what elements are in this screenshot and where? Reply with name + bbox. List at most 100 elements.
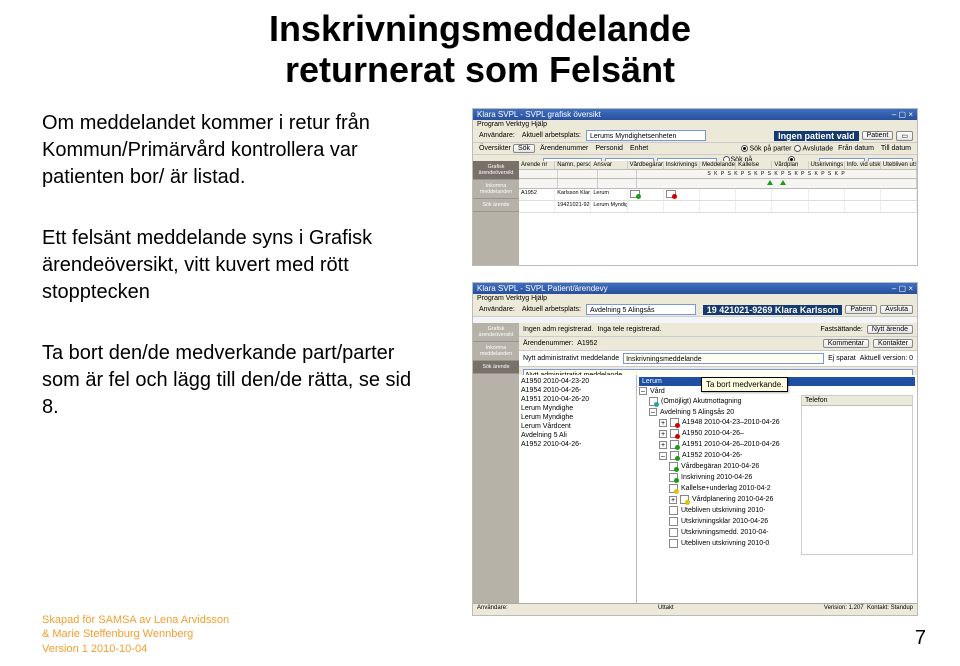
list-item[interactable]: A1952 2010-04-26- [521, 440, 634, 449]
arbetsplats-field[interactable]: Lerums Myndighetsenheten [586, 130, 706, 141]
paragraph-1: Om meddelandet kommer i retur från Kommu… [42, 110, 422, 191]
envelope-stop-icon [670, 429, 679, 438]
body-text-column: Om meddelandet kommer i retur från Kommu… [42, 110, 422, 455]
footer-line-1: Skapad för SAMSA av Lena Arvidsson [42, 613, 229, 627]
expand-icon[interactable]: + [669, 496, 677, 504]
arrow-up-icon [767, 180, 773, 185]
detail-table: Telefon [801, 395, 913, 555]
statusbar: Användare: Uttakt Verision: 1.207 Kontak… [473, 603, 917, 615]
tooltip-ta-bort: Ta bort medverkande. [701, 377, 788, 392]
title-line-1: Inskrivningsmeddelande [0, 8, 960, 49]
tree-row[interactable]: +A1948 2010-04-23–2010-04-26 [639, 417, 794, 428]
arbetsplats-field[interactable]: Avdelning 5 Alingsås [586, 304, 696, 315]
tree-row[interactable]: +Vårdplanering 2010-04-26 [639, 494, 794, 505]
list-item[interactable]: Lerum Vårdcent [521, 422, 634, 431]
left-list: A1950 2010-04-23-20 A1954 2010-04-26- A1… [519, 375, 637, 603]
status-kontakt: Kontakt: Standup [867, 605, 913, 611]
page-title-block: Inskrivningsmeddelande returnerat som Fe… [0, 0, 960, 91]
expand-icon[interactable]: – [659, 452, 667, 460]
tree-row[interactable]: Vårdbegäran 2010-04-26 [639, 461, 794, 472]
kommentar-button[interactable]: Kommentar [823, 339, 869, 348]
envelope-ok-icon [630, 190, 640, 198]
expand-icon[interactable]: + [659, 441, 667, 449]
sok-button[interactable]: Sök [513, 144, 535, 153]
tree-row[interactable]: Inskrivning 2010-04-26 [639, 472, 794, 483]
anvandare-label: Användare: [477, 132, 517, 139]
content-area: Ingen adm registrerad. Inga tele registr… [519, 323, 917, 603]
paragraph-2: Ett felsänt meddelande syns i Grafisk är… [42, 225, 422, 306]
fastsatt-label: Fastsättande: [820, 326, 862, 333]
till-datum-label: Till datum [879, 145, 913, 152]
footer-line-3: Version 1 2010-10-04 [42, 642, 229, 656]
expand-icon[interactable]: + [659, 419, 667, 427]
expand-icon[interactable]: – [649, 408, 657, 416]
message-type-field[interactable]: Inskrivningsmeddelande [623, 353, 824, 364]
patient-button[interactable]: Patient [845, 305, 877, 314]
grid-letter-row: S K P S K P S K P S K P S K P S K P S K … [519, 170, 917, 179]
patient-button[interactable]: Patient [862, 131, 894, 140]
info-row-2: Ärendenummer: A1952 Kommentar Kontakter [519, 337, 917, 351]
doc-icon [680, 495, 689, 504]
window-titlebar: Klara SVPL - SVPL grafisk översikt – ▢ × [473, 109, 917, 120]
arendenummer-label: Ärendenummer [538, 145, 590, 152]
msg-prefix: Nytt administrativt meddelande [523, 355, 619, 362]
list-item[interactable]: A1950 2010-04-23-20 [521, 377, 634, 386]
list-item[interactable]: Lerum Myndighe [521, 404, 634, 413]
sidebar: Grafisk ärendeöversikt Inkomna meddeland… [473, 161, 519, 265]
sidebar-item-inkomna[interactable]: Inkomna meddelanden [473, 342, 519, 361]
grid-icon-row [519, 179, 917, 189]
tree-row[interactable]: Utebliven utskrivning 2010-0 [639, 538, 794, 549]
window-menu: Program Verktyg Hjälp [473, 120, 917, 129]
tree-row[interactable]: (Omöjligt) Akutmottagning [639, 396, 794, 407]
tree-row[interactable]: Utskrivningsmedd. 2010-04- [639, 527, 794, 538]
kontakter-button[interactable]: Kontakter [873, 339, 913, 348]
list-item[interactable]: A1951 2010-04-26-20 [521, 395, 634, 404]
expand-icon[interactable]: – [639, 387, 647, 395]
fran-datum-label: Från datum [836, 145, 876, 152]
window-title: Klara SVPL - SVPL grafisk översikt [477, 110, 601, 119]
envelope-ok-icon [670, 440, 679, 449]
user-row: Användare: Aktuell arbetsplats: Avdelnin… [473, 303, 917, 317]
oversikter-label: Översikter [477, 145, 510, 152]
anvandare-label: Användare: [477, 306, 517, 313]
list-item[interactable]: A1954 2010-04-26- [521, 386, 634, 395]
expand-icon[interactable]: + [659, 430, 667, 438]
envelope-ok-icon [670, 451, 679, 460]
list-item[interactable]: Lerum Myndighe [521, 413, 634, 422]
window-title: Klara SVPL - SVPL Patient/ärendevy [477, 284, 608, 293]
tree-row[interactable]: Kallelse+underlag 2010-04-2 [639, 483, 794, 494]
tree-row[interactable]: –A1952 2010-04-26- [639, 450, 794, 461]
table-row[interactable]: 19421021-9269 Lerum Myndighet [519, 201, 917, 213]
arbetsplats-label: Aktuell arbetsplats: [520, 306, 583, 313]
arbetsplats-label: Aktuell arbetsplats: [520, 132, 583, 139]
tree-row[interactable]: –Avdelning 5 Alingsås 20 [639, 407, 794, 417]
radio-avslutade[interactable]: Avslutade [794, 145, 833, 152]
envelope-stop-icon [666, 190, 676, 198]
doc-icon [669, 506, 678, 515]
tree-row[interactable]: +A1950 2010-04-26– [639, 428, 794, 439]
window-menu: Program Verktyg Hjälp [473, 294, 917, 303]
tele-label: Inga tele registrerad. [597, 326, 661, 333]
table-row[interactable]: A1952 Karlsson Klara Lerum [519, 189, 917, 201]
tree-row[interactable]: Utskrivningsklar 2010-04-26 [639, 516, 794, 527]
tree-row[interactable]: +A1951 2010-04-26–2010-04-26 [639, 439, 794, 450]
window-controls-icon: – ▢ × [892, 110, 913, 119]
sidebar-item-sok[interactable]: Sök ärende [473, 361, 519, 374]
sidebar-item-sok[interactable]: Sök ärende [473, 199, 519, 212]
ej-sparat-label: Ej sparat [828, 355, 856, 362]
sidebar-item-grafisk[interactable]: Grafisk ärendeöversikt [473, 161, 519, 180]
table-header: Telefon [802, 396, 912, 406]
doc-icon [669, 484, 678, 493]
collapse-icon[interactable]: ▭ [896, 131, 913, 141]
doc-icon [669, 462, 678, 471]
avsluta-button[interactable]: Avsluta [880, 305, 913, 314]
radio-sok-parter[interactable]: Sök på parter [741, 145, 791, 152]
nytt-arende-button[interactable]: Nytt ärende [867, 325, 913, 334]
envelope-stop-icon [670, 418, 679, 427]
status-version: Verision: 1.207 [824, 605, 864, 611]
tree-row[interactable]: Utebliven utskrivning 2010- [639, 505, 794, 516]
sidebar-item-inkomna[interactable]: Inkomna meddelanden [473, 180, 519, 199]
grid-area: Ärende nr Namn, personnummer Ansvar Vård… [519, 161, 917, 265]
sidebar-item-grafisk[interactable]: Grafisk ärendeöversikt [473, 323, 519, 342]
list-item[interactable]: Avdelning 5 Ali [521, 431, 634, 440]
